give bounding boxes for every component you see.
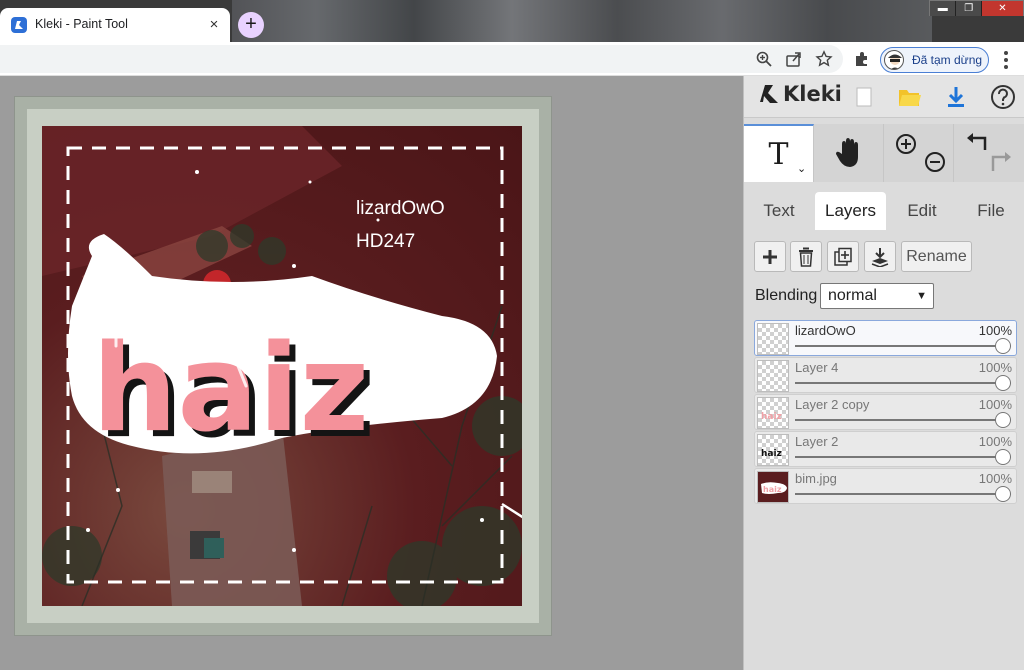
logo-text: Kleki — [783, 82, 842, 106]
browser-toolbar: Đã tạm dừng — [0, 42, 1024, 76]
layer-name: Layer 2 — [795, 434, 839, 449]
layer-opacity: 100% — [978, 397, 1012, 412]
rename-layer-button[interactable]: Rename — [901, 241, 972, 272]
layer-thumbnail: haiz — [757, 471, 789, 503]
tab-text[interactable]: Text — [744, 192, 814, 230]
layer-name: bim.jpg — [795, 471, 837, 486]
opacity-slider-knob[interactable] — [995, 412, 1011, 428]
chevron-down-icon: ▼ — [916, 290, 927, 302]
redo-icon[interactable] — [991, 152, 1011, 171]
three-dots-icon[interactable] — [998, 51, 1014, 69]
layer-item-layer-2-copy[interactable]: haiz Layer 2 copy 100% — [754, 394, 1017, 430]
blending-mode-select[interactable]: normal ▼ — [820, 283, 934, 309]
bookmark-star-icon[interactable] — [813, 48, 835, 70]
canvas-artwork[interactable]: haiz haiz lizardOwO HD247 — [42, 126, 522, 606]
panel-tabs: Text Layers Edit File — [744, 192, 1024, 230]
puzzle-icon[interactable] — [851, 48, 873, 70]
tool-row: T ⌄ — [744, 124, 1024, 182]
layer-item-lizardowo[interactable]: lizardOwO 100% — [754, 320, 1017, 356]
layer-item-layer-2[interactable]: haiz Layer 2 100% — [754, 431, 1017, 467]
layer-thumbnail — [757, 323, 789, 355]
zoom-icon[interactable] — [753, 48, 775, 70]
text-tool-button[interactable]: T ⌄ — [744, 124, 814, 182]
tab-close-button[interactable]: × — [204, 15, 224, 35]
opacity-slider-track[interactable] — [795, 382, 1011, 384]
panel-header: Kleki — [744, 76, 1024, 118]
tab-title: Kleki - Paint Tool — [35, 17, 128, 31]
layer-name: Layer 2 copy — [795, 397, 870, 412]
tab-file[interactable]: File — [957, 192, 1024, 230]
duplicate-layer-button[interactable] — [827, 241, 859, 272]
window-controls: ▬ ❐ ✕ — [929, 0, 1024, 16]
opacity-slider-knob[interactable] — [995, 449, 1011, 465]
opacity-slider-track[interactable] — [795, 493, 1011, 495]
minimize-button[interactable]: ▬ — [930, 1, 956, 16]
tab-strip-background — [232, 0, 932, 42]
layer-opacity: 100% — [978, 434, 1012, 449]
layer-item-layer-4[interactable]: Layer 4 100% — [754, 357, 1017, 393]
kleki-logo-icon — [760, 85, 778, 103]
new-image-icon[interactable] — [848, 82, 880, 112]
hand-tool-button[interactable] — [814, 124, 884, 182]
trash-icon — [799, 247, 813, 267]
kleki-favicon-icon — [11, 17, 27, 33]
zoom-tools — [884, 124, 954, 182]
close-window-button[interactable]: ✕ — [980, 1, 1023, 16]
add-layer-button[interactable] — [754, 241, 786, 272]
opacity-slider-track[interactable] — [795, 419, 1011, 421]
duplicate-icon — [834, 247, 852, 266]
address-bar[interactable] — [0, 45, 843, 73]
layer-opacity: 100% — [978, 471, 1012, 486]
zoom-out-icon[interactable] — [924, 152, 945, 172]
artwork-graphics: haiz haiz — [42, 126, 522, 606]
tab-layers[interactable]: Layers — [815, 192, 886, 230]
merge-down-button[interactable] — [864, 241, 896, 272]
layer-name: Layer 4 — [795, 360, 839, 375]
layer-opacity: 100% — [978, 323, 1012, 338]
open-folder-icon[interactable] — [893, 82, 925, 112]
undo-icon[interactable] — [967, 133, 987, 150]
svg-text:haiz: haiz — [761, 412, 782, 422]
plus-icon — [763, 249, 777, 264]
layer-opacity: 100% — [978, 360, 1012, 375]
opacity-slider-knob[interactable] — [995, 338, 1011, 354]
opacity-slider-track[interactable] — [795, 456, 1011, 458]
tool-dropdown-caret[interactable]: ⌄ — [797, 162, 806, 175]
text-tool-icon: T — [768, 136, 789, 172]
profile-status-label: Đã tạm dừng — [912, 53, 983, 67]
history-tools — [954, 124, 1024, 182]
svg-text:haiz: haiz — [761, 449, 782, 459]
avatar — [884, 50, 904, 70]
svg-text:haiz: haiz — [92, 320, 369, 459]
svg-text:haiz: haiz — [763, 485, 782, 494]
maximize-button[interactable]: ❐ — [955, 1, 981, 16]
tab-edit[interactable]: Edit — [887, 192, 957, 230]
tool-panel: Kleki T ⌄ Text Layers Edit File Rename B… — [743, 76, 1024, 670]
delete-layer-button[interactable] — [790, 241, 822, 272]
help-icon[interactable] — [987, 82, 1019, 112]
canvas-text-hd247: HD247 — [356, 231, 416, 252]
blending-label: Blending — [755, 287, 818, 304]
opacity-slider-track[interactable] — [795, 345, 1011, 347]
profile-button[interactable]: Đã tạm dừng — [880, 47, 989, 73]
download-icon[interactable] — [940, 82, 972, 112]
blending-mode-value: normal — [828, 287, 877, 304]
canvas-text-lizardowo: lizardOwO — [356, 198, 445, 219]
share-icon[interactable] — [783, 48, 805, 70]
merge-down-icon — [871, 247, 889, 267]
zoom-in-icon[interactable] — [895, 134, 916, 154]
layer-thumbnail: haiz — [757, 434, 789, 466]
opacity-slider-knob[interactable] — [995, 375, 1011, 391]
layer-name: lizardOwO — [795, 323, 856, 338]
layer-thumbnail — [757, 360, 789, 392]
layer-thumbnail: haiz — [757, 397, 789, 429]
kleki-logo[interactable]: Kleki — [758, 82, 842, 106]
layer-item-bim-jpg[interactable]: haiz bim.jpg 100% — [754, 468, 1017, 504]
new-tab-button[interactable]: + — [238, 12, 264, 38]
browser-tab[interactable]: Kleki - Paint Tool × — [0, 8, 230, 42]
browser-tab-strip: Kleki - Paint Tool × + ▬ ❐ ✕ — [0, 0, 1024, 42]
hand-icon — [835, 138, 858, 167]
opacity-slider-knob[interactable] — [995, 486, 1011, 502]
